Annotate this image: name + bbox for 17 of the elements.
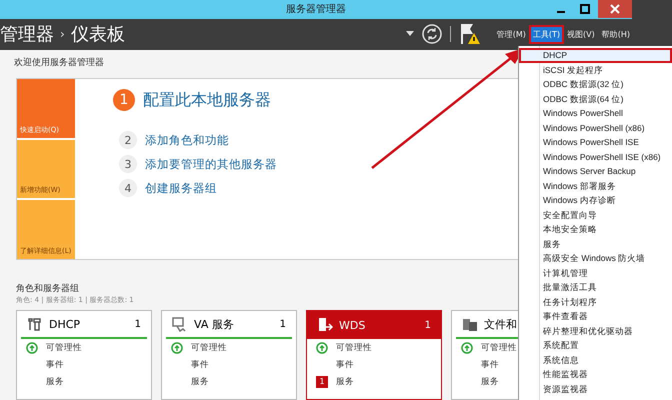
alert-count-badge: 1: [316, 376, 328, 388]
window-title: 服务器管理器: [286, 3, 346, 16]
step-number: 4: [119, 179, 137, 197]
step-number: 2: [119, 131, 137, 149]
role-name: DHCP: [49, 318, 80, 330]
section-title: 欢迎使用服务器管理器: [14, 56, 104, 68]
role-count: 1: [134, 318, 141, 330]
role-count: 1: [280, 318, 286, 330]
breadcrumb-current: 仪表板: [70, 23, 125, 46]
breadcrumb-separator: ›: [60, 27, 65, 42]
step-number: 1: [113, 89, 135, 111]
role-count: 1: [424, 320, 431, 330]
role-name: WDS: [339, 318, 366, 332]
role-name: 文件和: [484, 316, 517, 332]
role-name: VA 服务: [194, 316, 234, 332]
section-title: 角色和服务器组: [16, 282, 79, 295]
step-number: 3: [119, 155, 137, 173]
